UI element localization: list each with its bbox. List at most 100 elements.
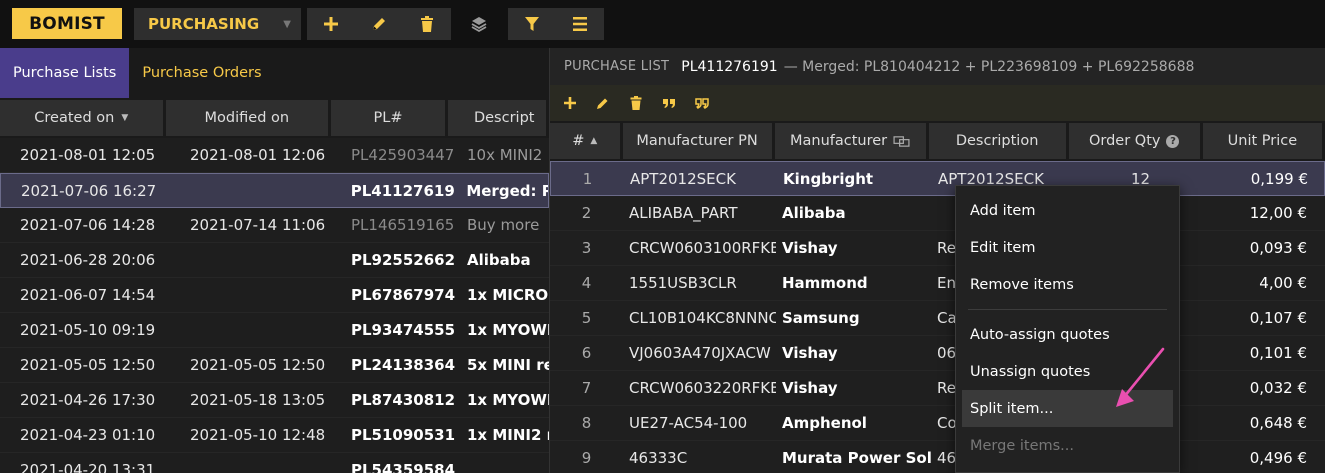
cell-manufacturer-pn: CRCW0603220RFKE bbox=[629, 379, 776, 397]
detail-merged-info: — Merged: PL810404212 + PL223698109 + PL… bbox=[783, 58, 1195, 75]
column-order-qty[interactable]: Order Qty ? bbox=[1068, 123, 1200, 159]
items-table: 1 APT2012SECK Kingbright APT2012SECK 12 0,199… bbox=[550, 161, 1325, 473]
add-button[interactable] bbox=[307, 8, 355, 40]
cell-pl-number: PL543595841 bbox=[351, 461, 455, 473]
table-row[interactable]: 2021-05-05 12:50 2021-05-05 12:50 PL241383… bbox=[0, 348, 549, 383]
table-row[interactable]: 3 CRCW0603100RFKE Vishay Re 0,093 € bbox=[550, 231, 1325, 266]
pencil-icon[interactable] bbox=[595, 95, 611, 111]
cell-description: Buy more bbox=[467, 216, 540, 234]
purchase-lists-header: Created on ▼ Modified on PL# Descript bbox=[0, 98, 549, 138]
cell-created: 2021-06-07 14:54 bbox=[20, 286, 156, 304]
cell-number: 3 bbox=[581, 239, 592, 257]
table-row[interactable]: 7 CRCW0603220RFKE Vishay Re 0,032 € bbox=[550, 371, 1325, 406]
column-label: Created on bbox=[34, 110, 115, 126]
menu-item-remove-items[interactable]: Remove items bbox=[956, 266, 1179, 303]
cell-manufacturer: Vishay bbox=[782, 239, 838, 257]
mode-select[interactable]: PURCHASING ▼ bbox=[134, 8, 301, 40]
table-row[interactable]: 2021-05-10 09:19 PL934745551 1x MYOWI bbox=[0, 313, 549, 348]
cell-manufacturer: Samsung bbox=[782, 309, 860, 327]
column-label: # bbox=[572, 133, 585, 149]
column-pl-number[interactable]: PL# bbox=[331, 100, 445, 136]
table-row[interactable]: 2021-07-06 14:28 2021-07-14 11:06 PL146519… bbox=[0, 208, 549, 243]
menu-button[interactable] bbox=[556, 8, 604, 40]
trash-icon[interactable] bbox=[628, 95, 644, 111]
layers-button[interactable] bbox=[455, 8, 503, 40]
cell-number: 2 bbox=[581, 204, 592, 222]
cell-modified: 2021-05-18 13:05 bbox=[190, 391, 326, 409]
menu-item-merge-items: Merge items... bbox=[970, 437, 1075, 454]
quote-icon[interactable] bbox=[661, 95, 677, 111]
cell-number: 7 bbox=[581, 379, 592, 397]
cell-pl-number: PL425903447 bbox=[351, 146, 455, 164]
column-manufacturer[interactable]: Manufacturer bbox=[774, 123, 926, 159]
cell-description: 1x MINI2 r bbox=[467, 426, 549, 444]
annotation-arrow-icon bbox=[1116, 347, 1165, 407]
table-row[interactable]: 4 1551USB3CLR Hammond En 4,00 € bbox=[550, 266, 1325, 301]
detail-title-label: PURCHASE LIST bbox=[564, 59, 670, 74]
tab-purchase-lists[interactable]: Purchase Lists bbox=[0, 48, 130, 98]
toolbar-actions bbox=[307, 8, 451, 40]
cell-pl-number: PL925526625 bbox=[351, 251, 455, 269]
cell-pl-number: PL146519165 bbox=[351, 216, 455, 234]
cell-manufacturer-pn: ALIBABA_PART bbox=[629, 204, 738, 222]
table-row[interactable]: 2021-06-07 14:54 PL678679742 1x MICRO bbox=[0, 278, 549, 313]
link-icon bbox=[893, 135, 910, 147]
sort-desc-icon: ▼ bbox=[121, 113, 129, 123]
cell-manufacturer: Amphenol bbox=[782, 414, 867, 432]
cell-manufacturer-pn: VJ0603A470JXACW bbox=[629, 344, 771, 362]
layers-icon bbox=[471, 17, 487, 33]
table-row[interactable]: 1 APT2012SECK Kingbright APT2012SECK 12 0,199… bbox=[550, 161, 1325, 196]
top-toolbar: BOMIST PURCHASING ▼ bbox=[0, 0, 1325, 48]
column-description[interactable]: Description bbox=[928, 123, 1066, 159]
cell-manufacturer: Vishay bbox=[782, 379, 838, 397]
sort-asc-icon: ▲ bbox=[590, 136, 598, 146]
cell-unit-price: 12,00 € bbox=[1249, 204, 1307, 222]
table-row[interactable]: 6 VJ0603A470JXACW Vishay 06 0,101 € bbox=[550, 336, 1325, 371]
chevron-down-icon: ▼ bbox=[283, 18, 291, 30]
cell-number: 8 bbox=[581, 414, 592, 432]
table-row[interactable]: 2021-04-26 17:30 2021-05-18 13:05 PL874308… bbox=[0, 383, 549, 418]
delete-button[interactable] bbox=[403, 8, 451, 40]
quote-assign-icon[interactable] bbox=[694, 95, 710, 111]
cell-unit-price: 0,107 € bbox=[1249, 309, 1307, 327]
menu-item-add-item[interactable]: Add item bbox=[956, 192, 1179, 229]
column-created-on[interactable]: Created on ▼ bbox=[0, 100, 163, 136]
tab-purchase-orders[interactable]: Purchase Orders bbox=[129, 48, 274, 98]
cell-manufacturer: Alibaba bbox=[782, 204, 846, 222]
table-row[interactable]: 2021-08-01 12:05 2021-08-01 12:06 PL425903… bbox=[0, 138, 549, 173]
table-row[interactable]: 2021-04-23 01:10 2021-05-10 12:48 PL510905… bbox=[0, 418, 549, 453]
filter-button[interactable] bbox=[508, 8, 556, 40]
menu-item-edit-item[interactable]: Edit item bbox=[956, 229, 1179, 266]
table-row[interactable]: 2021-07-06 16:27 PL411276191 Merged: P bbox=[0, 173, 549, 208]
cell-number: 6 bbox=[581, 344, 592, 362]
table-row[interactable]: 946333CMurata Power Sol...460,496 € bbox=[550, 441, 1325, 473]
column-unit-price[interactable]: Unit Price bbox=[1202, 123, 1323, 159]
table-row[interactable]: 2021-04-20 13:31 PL543595841 bbox=[0, 453, 549, 473]
cell-unit-price: 4,00 € bbox=[1259, 274, 1307, 292]
cell-created: 2021-05-05 12:50 bbox=[20, 356, 156, 374]
edit-button[interactable] bbox=[355, 8, 403, 40]
cell-number: 4 bbox=[581, 274, 592, 292]
column-label: Manufacturer bbox=[789, 133, 888, 149]
help-icon[interactable]: ? bbox=[1166, 134, 1180, 148]
cell-number: 9 bbox=[581, 449, 592, 467]
cell-modified: 2021-05-10 12:48 bbox=[190, 426, 326, 444]
menu-icon bbox=[573, 17, 587, 31]
plus-icon[interactable] bbox=[562, 95, 578, 111]
column-description[interactable]: Descript bbox=[447, 100, 546, 136]
table-row[interactable]: 8 UE27-AC54-100 Amphenol Co 0,648 € bbox=[550, 406, 1325, 441]
plus-icon bbox=[324, 17, 338, 31]
tab-bar: Purchase Lists Purchase Orders bbox=[0, 48, 549, 98]
cell-description: Alibaba bbox=[467, 251, 531, 269]
table-row[interactable]: 5 CL10B104KC8NNNC Samsung Ca 0,107 € bbox=[550, 301, 1325, 336]
column-modified-on[interactable]: Modified on bbox=[165, 100, 329, 136]
column-number[interactable]: # ▲ bbox=[550, 123, 620, 159]
cell-manufacturer: Vishay bbox=[782, 344, 838, 362]
cell-manufacturer: Murata Power Sol... bbox=[782, 449, 931, 467]
cell-number: 5 bbox=[581, 309, 592, 327]
cell-manufacturer-pn: 46333C bbox=[629, 449, 688, 467]
column-manufacturer-pn[interactable]: Manufacturer PN bbox=[622, 123, 772, 159]
cell-modified: 2021-05-05 12:50 bbox=[190, 356, 326, 374]
table-row[interactable]: 2 ALIBABA_PART Alibaba 12,00 € bbox=[550, 196, 1325, 231]
table-row[interactable]: 2021-06-28 20:06 PL925526625 Alibaba bbox=[0, 243, 549, 278]
